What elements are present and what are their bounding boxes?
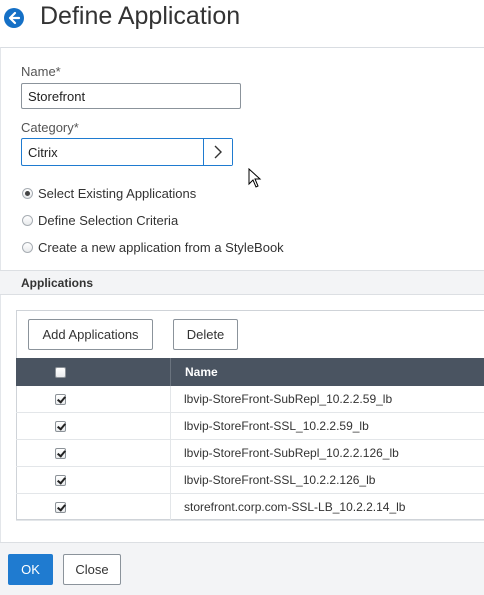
radio-label: Define Selection Criteria (38, 213, 179, 228)
ok-button[interactable]: OK (8, 554, 53, 585)
add-applications-button[interactable]: Add Applications (28, 319, 153, 350)
page-title: Define Application (40, 2, 241, 30)
row-select-cell (16, 494, 171, 520)
radio-label: Create a new application from a StyleBoo… (38, 240, 284, 255)
table-row[interactable]: lbvip-StoreFront-SSL_10.2.2.59_lb (16, 413, 484, 440)
table-row[interactable]: lbvip-StoreFront-SubRepl_10.2.2.59_lb (16, 386, 484, 413)
row-name: storefront.corp.com-SSL-LB_10.2.2.14_lb (184, 500, 406, 514)
radio-button[interactable] (22, 215, 33, 226)
category-field[interactable]: Citrix (21, 138, 233, 166)
delete-button[interactable]: Delete (173, 319, 238, 350)
header-select-cell (16, 358, 171, 386)
name-label: Name* (21, 64, 61, 79)
row-checkbox[interactable] (55, 421, 66, 432)
section-title: Applications (21, 276, 94, 290)
category-select-button[interactable] (203, 139, 232, 165)
radio-label: Select Existing Applications (38, 186, 197, 201)
category-value: Citrix (28, 145, 58, 160)
category-label: Category* (21, 120, 79, 135)
row-select-cell (16, 440, 171, 466)
table-row[interactable]: storefront.corp.com-SSL-LB_10.2.2.14_lb (16, 494, 484, 521)
close-button[interactable]: Close (63, 554, 121, 585)
applications-table-body: lbvip-StoreFront-SubRepl_10.2.2.59_lb lb… (16, 386, 484, 521)
mouse-cursor-icon (248, 168, 262, 188)
page-header: Define Application (0, 0, 484, 36)
radio-button[interactable] (22, 242, 33, 253)
dialog-footer: OK Close (0, 542, 484, 595)
row-name: lbvip-StoreFront-SSL_10.2.2.59_lb (184, 419, 369, 433)
row-checkbox[interactable] (55, 475, 66, 486)
row-name: lbvip-StoreFront-SSL_10.2.2.126_lb (184, 473, 376, 487)
row-name: lbvip-StoreFront-SubRepl_10.2.2.59_lb (184, 392, 393, 406)
chevron-right-icon (214, 145, 222, 159)
table-row[interactable]: lbvip-StoreFront-SSL_10.2.2.126_lb (16, 467, 484, 494)
table-row[interactable]: lbvip-StoreFront-SubRepl_10.2.2.126_lb (16, 440, 484, 467)
table-header: Name (16, 358, 484, 386)
radio-button-checked[interactable] (22, 188, 33, 199)
applications-section-header: Applications (0, 270, 484, 295)
row-checkbox[interactable] (55, 448, 66, 459)
row-checkbox[interactable] (55, 394, 66, 405)
row-checkbox[interactable] (55, 502, 66, 513)
select-all-checkbox[interactable] (55, 367, 66, 378)
row-select-cell (16, 386, 171, 412)
row-select-cell (16, 467, 171, 493)
row-select-cell (16, 413, 171, 439)
row-name: lbvip-StoreFront-SubRepl_10.2.2.126_lb (184, 446, 399, 460)
back-arrow-icon[interactable] (4, 8, 24, 28)
column-header-name[interactable]: Name (185, 365, 218, 379)
name-input[interactable] (21, 83, 241, 109)
